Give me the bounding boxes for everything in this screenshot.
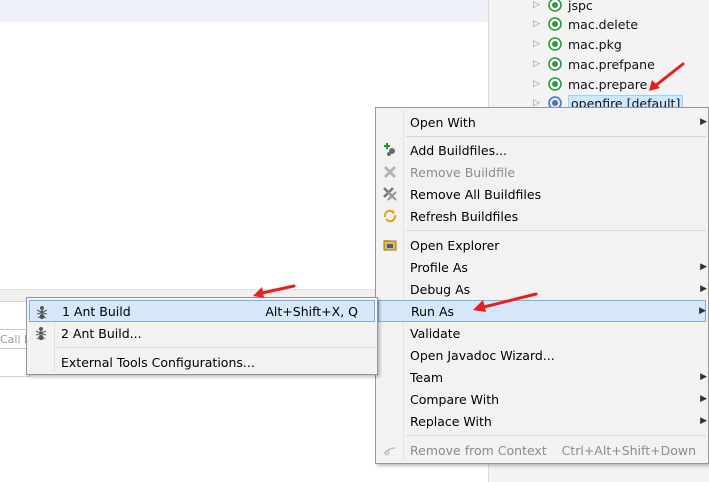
context-menu: Open With ▶ Add Buildfiles... Remove Bui… [375,107,709,464]
add-buildfile-icon [382,142,398,158]
menu-item-label: Replace With [410,413,492,429]
menu-item-remove-all-buildfiles[interactable]: Remove All Buildfiles [378,183,706,205]
run-as-submenu: 1 Ant Build Alt+Shift+X, Q 2 Ant Build..… [26,297,378,375]
ant-target-icon [548,77,562,91]
editor-header-strip [0,0,488,22]
tree-item-mac-pkg[interactable]: ▷ mac.pkg [533,34,622,54]
menu-item-team[interactable]: Team ▶ [378,366,707,388]
menu-item-refresh-buildfiles[interactable]: Refresh Buildfiles [378,205,706,227]
menu-separator [406,435,706,436]
menu-item-remove-from-context: Remove from Context Ctrl+Alt+Shift+Down [378,439,706,461]
annotation-arrow-icon [473,292,538,312]
menu-item-ant-build-dialog[interactable]: 2 Ant Build... [29,322,375,344]
menu-item-label: Refresh Buildfiles [410,208,519,224]
menu-item-open-with[interactable]: Open With ▶ [378,111,707,133]
menu-item-label: Remove Buildfile [410,164,516,180]
menu-item-debug-as[interactable]: Debug As ▶ [378,278,707,300]
menu-item-label: Team [410,369,444,385]
folder-icon [382,237,398,253]
menu-item-label: Remove from Context [410,442,547,458]
menu-separator [57,347,375,348]
tree-item-label: mac.prepare [568,76,648,92]
menu-item-replace-with[interactable]: Replace With ▶ [378,410,707,432]
tree-item-label: jspc [568,0,593,13]
menu-separator [406,136,706,137]
menu-item-ant-build[interactable]: 1 Ant Build Alt+Shift+X, Q [29,300,375,322]
submenu-arrow-icon: ▶ [700,416,707,426]
submenu-arrow-icon: ▶ [700,284,707,294]
submenu-arrow-icon: ▶ [700,262,707,272]
annotation-arrow-icon [253,284,296,298]
tree-item-mac-delete[interactable]: ▷ mac.delete [533,14,638,34]
ant-target-icon [548,37,562,51]
ant-icon [34,304,50,320]
menu-item-add-buildfiles[interactable]: Add Buildfiles... [378,139,706,161]
menu-item-label: External Tools Configurations... [61,354,255,370]
menu-item-label: Remove All Buildfiles [410,186,542,202]
menu-item-label: Add Buildfiles... [410,142,508,158]
tree-item-mac-prefpane[interactable]: ▷ mac.prefpane [533,54,655,74]
menu-item-validate[interactable]: Validate [378,322,706,344]
tree-item-label: mac.pkg [568,36,622,52]
menu-item-label: Profile As [410,259,468,275]
menu-item-label: Open With [410,114,476,130]
menu-item-label: Validate [410,325,461,341]
expand-arrow-icon[interactable]: ▷ [533,19,543,29]
menu-item-label: Open Javadoc Wizard... [410,347,555,363]
submenu-arrow-icon: ▶ [700,117,707,127]
tree-item-label: mac.delete [568,16,639,32]
tree-item-mac-prepare[interactable]: ▷ mac.prepare [533,74,647,94]
expand-arrow-icon[interactable]: ▷ [533,79,543,89]
menu-item-open-explorer[interactable]: Open Explorer [378,234,706,256]
remove-icon [382,164,398,180]
menu-item-compare-with[interactable]: Compare With ▶ [378,388,707,410]
submenu-arrow-icon: ▶ [700,394,707,404]
menu-item-remove-buildfile: Remove Buildfile [378,161,706,183]
menu-item-label: Open Explorer [410,237,500,253]
menu-item-profile-as[interactable]: Profile As ▶ [378,256,707,278]
expand-arrow-icon[interactable]: ▷ [533,0,543,10]
menu-item-accelerator: Ctrl+Alt+Shift+Down [561,442,696,458]
submenu-arrow-icon: ▶ [700,372,707,382]
ant-target-icon [548,0,562,12]
annotation-arrow-icon [649,62,685,91]
menu-item-external-tools-configurations[interactable]: External Tools Configurations... [29,351,375,373]
menu-item-run-as[interactable]: Run As ▶ [378,300,706,322]
ant-icon [33,325,49,341]
refresh-icon [382,208,398,224]
ant-target-icon [548,57,562,71]
expand-arrow-icon[interactable]: ▷ [533,59,543,69]
tree-item-label: mac.prefpane [568,56,655,72]
tree-item-jspc[interactable]: ▷ jspc [533,0,593,15]
menu-item-open-javadoc-wizard[interactable]: Open Javadoc Wizard... [378,344,706,366]
menu-item-label: Run As [411,303,455,319]
menu-item-label: Debug As [410,281,471,297]
remove-all-icon [382,186,398,202]
submenu-arrow-icon: ▶ [699,306,706,316]
ant-target-icon [548,17,562,31]
menu-item-label: 2 Ant Build... [61,325,142,341]
menu-item-label: 1 Ant Build [62,303,131,319]
menu-item-label: Compare With [410,391,500,407]
menu-item-accelerator: Alt+Shift+X, Q [265,303,358,319]
expand-arrow-icon[interactable]: ▷ [533,39,543,49]
menu-separator [406,230,706,231]
remove-from-context-icon [382,442,398,458]
